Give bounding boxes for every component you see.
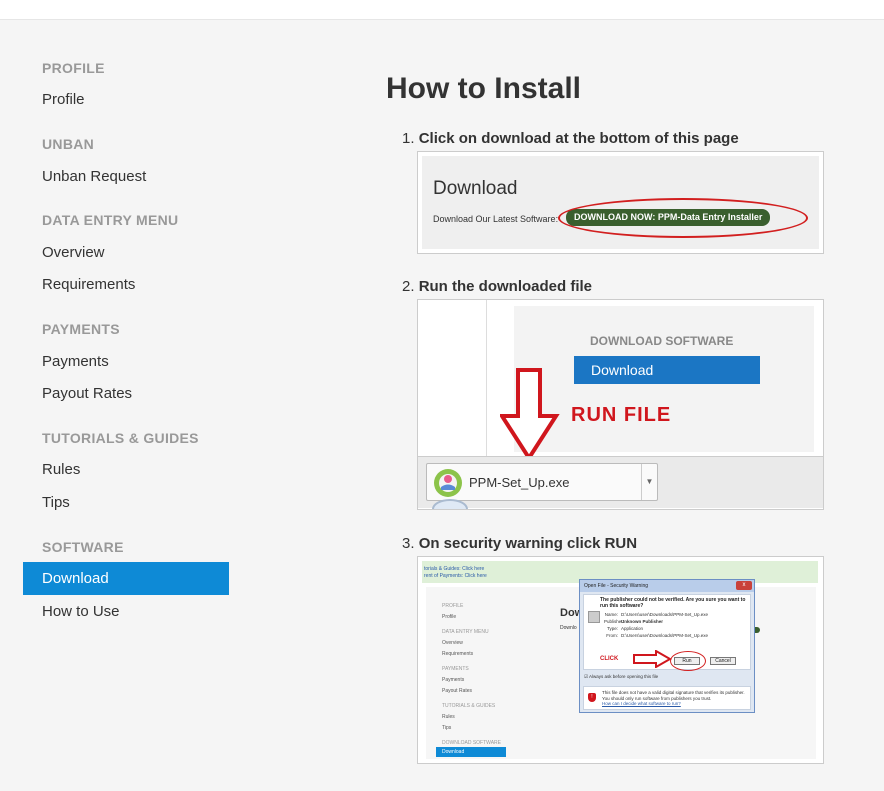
sidebar-item-download[interactable]: Download bbox=[23, 562, 229, 595]
highlight-ring bbox=[558, 198, 808, 238]
close-icon: x bbox=[736, 581, 752, 590]
warning-text: This file does not have a valid digital … bbox=[602, 690, 745, 701]
step-text: Run the downloaded file bbox=[418, 278, 593, 295]
right-arrow-icon bbox=[633, 650, 672, 668]
sidebar-heading-data-entry: DATA ENTRY MENU bbox=[42, 212, 179, 228]
dialog-row: Publisher:Unknown Publisher bbox=[604, 619, 664, 624]
sidebar-heading-unban: UNBAN bbox=[42, 136, 95, 152]
download-text: Download Our Latest Software: bbox=[433, 214, 559, 224]
mini-sidebar-item: Profile bbox=[442, 614, 457, 620]
screenshot-download-section: Download Download Our Latest Software: D… bbox=[417, 151, 824, 254]
mini-sidebar-item: Tips bbox=[442, 725, 452, 731]
mini-sidebar-item: Overview bbox=[442, 640, 463, 646]
download-software-heading: DOWNLOAD SOFTWARE bbox=[590, 334, 734, 348]
sidebar-item-how-to-use[interactable]: How to Use bbox=[23, 595, 229, 628]
sidebar-item-rules[interactable]: Rules bbox=[23, 453, 229, 486]
notice-line: rent of Payments: Click here bbox=[424, 573, 487, 579]
notice-line: torials & Guides: Click here bbox=[424, 566, 485, 572]
mini-sidebar-item: Payout Rates bbox=[442, 688, 473, 694]
sidebar-heading-payments: PAYMENTS bbox=[42, 321, 120, 337]
download-bar: PPM-Set_Up.exe ▼ bbox=[418, 456, 823, 509]
run-file-annotation: RUN FILE bbox=[571, 404, 672, 426]
dialog-question: The publisher could not be verified. Are… bbox=[600, 597, 746, 609]
highlight-ring bbox=[670, 651, 706, 671]
download-panel: Download Download Our Latest Software: D… bbox=[422, 156, 819, 249]
page-title: How to Install bbox=[386, 72, 581, 105]
down-arrow-icon bbox=[500, 368, 560, 462]
always-ask-checkbox: ☑ Always ask before opening this file bbox=[584, 674, 659, 679]
step-text: Click on download at the bottom of this … bbox=[418, 130, 739, 147]
security-warning-dialog: Open File - Security Warning x The publi… bbox=[579, 579, 755, 713]
mini-sidebar-item: PROFILE bbox=[442, 603, 464, 609]
screenshot-run-file: DOWNLOAD SOFTWARE Download RUN FILE PPM-… bbox=[417, 299, 824, 510]
signature-warning: ! This file does not have a valid digita… bbox=[583, 686, 751, 710]
file-icon bbox=[588, 611, 600, 623]
mini-sidebar-item: DATA ENTRY MENU bbox=[442, 629, 489, 635]
mini-sidebar-download: Download bbox=[436, 747, 506, 757]
downloaded-file-name: PPM-Set_Up.exe bbox=[469, 475, 570, 490]
step-1: 1. Click on download at the bottom of th… bbox=[402, 130, 739, 147]
download-menu-button: Download bbox=[574, 356, 760, 384]
step-2: 2. Run the downloaded file bbox=[402, 278, 592, 295]
dialog-row: Name: D:\Users\user\Downloads\PPM-Set_Up.… bbox=[604, 612, 709, 617]
sidebar-item-tips[interactable]: Tips bbox=[23, 486, 229, 519]
mini-sidebar-item: PAYMENTS bbox=[442, 666, 469, 672]
downloaded-file-chip: PPM-Set_Up.exe ▼ bbox=[426, 463, 658, 501]
step-number: 2. bbox=[402, 278, 415, 295]
mini-page-text: Downlo bbox=[560, 625, 577, 631]
sidebar-heading-profile: PROFILE bbox=[42, 60, 105, 76]
screenshot-security-warning: torials & Guides: Click here rent of Pay… bbox=[417, 556, 824, 764]
dialog-title: Open File - Security Warning bbox=[580, 580, 754, 592]
sidebar-item-unban-request[interactable]: Unban Request bbox=[23, 160, 229, 193]
step-number: 1. bbox=[402, 130, 415, 147]
sidebar-heading-software: SOFTWARE bbox=[42, 539, 124, 555]
mini-sidebar-item: Payments bbox=[442, 677, 465, 683]
sidebar-heading-tutorials: TUTORIALS & GUIDES bbox=[42, 430, 199, 446]
warning-link: How can I decide what software to run? bbox=[602, 701, 681, 706]
cancel-button: Cancel bbox=[710, 657, 736, 665]
click-annotation: CLICK bbox=[600, 656, 619, 662]
mini-sidebar-item: TUTORIALS & GUIDES bbox=[442, 703, 496, 709]
sidebar-item-payout-rates[interactable]: Payout Rates bbox=[23, 377, 229, 410]
mini-sidebar-item: Rules bbox=[442, 714, 455, 720]
download-heading: Download bbox=[433, 178, 518, 199]
dialog-row: Type: Application bbox=[606, 626, 644, 631]
sidebar-item-overview[interactable]: Overview bbox=[23, 236, 229, 269]
divider bbox=[486, 300, 487, 460]
sidebar-item-requirements[interactable]: Requirements bbox=[23, 268, 229, 301]
caret-down-icon: ▼ bbox=[641, 464, 657, 500]
top-bar bbox=[0, 0, 884, 20]
shield-icon: ! bbox=[588, 693, 596, 702]
mini-sidebar-item: Requirements bbox=[442, 651, 474, 657]
dialog-row: From: D:\Users\user\Downloads\PPM-Set_Up.… bbox=[606, 633, 709, 638]
step-3: 3. On security warning click RUN bbox=[402, 535, 637, 552]
step-number: 3. bbox=[402, 535, 415, 552]
step-text: On security warning click RUN bbox=[418, 535, 638, 552]
sidebar-item-profile[interactable]: Profile bbox=[23, 83, 229, 116]
installer-icon bbox=[434, 469, 462, 497]
mini-sidebar-item: DOWNLOAD SOFTWARE bbox=[442, 740, 501, 746]
sidebar-item-payments[interactable]: Payments bbox=[23, 345, 229, 378]
